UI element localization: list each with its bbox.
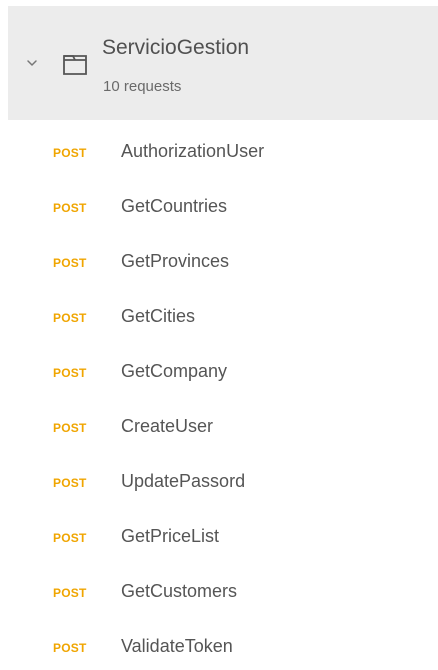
collection-request-count: 10 requests (103, 78, 182, 95)
chevron-down-icon[interactable] (26, 57, 38, 69)
request-item-authorizationuser[interactable]: POST AuthorizationUser (0, 126, 438, 181)
request-name: GetCompany (121, 361, 228, 381)
request-item-getprovinces[interactable]: POST GetProvinces (0, 236, 438, 291)
request-list: POST AuthorizationUser POST GetCountries… (0, 126, 438, 670)
request-name: ValidateToken (121, 636, 233, 656)
http-method-badge: POST (53, 586, 87, 600)
request-item-getpricelist[interactable]: POST GetPriceList (0, 511, 438, 566)
collection-header[interactable]: ServicioGestion 10 requests (8, 6, 438, 120)
request-item-createuser[interactable]: POST CreateUser (0, 401, 438, 456)
request-name: UpdatePassord (121, 471, 246, 491)
request-name: GetProvinces (121, 251, 230, 271)
http-method-badge: POST (53, 146, 87, 160)
request-item-getcities[interactable]: POST GetCities (0, 291, 438, 346)
request-name: GetCountries (121, 196, 228, 216)
folder-icon (63, 55, 87, 75)
request-name: GetCities (121, 306, 196, 326)
request-name: GetCustomers (121, 581, 238, 601)
http-method-badge: POST (53, 531, 87, 545)
http-method-badge: POST (53, 256, 87, 270)
request-name: AuthorizationUser (121, 141, 265, 161)
request-item-getcustomers[interactable]: POST GetCustomers (0, 566, 438, 621)
collection-name: ServicioGestion (102, 36, 250, 59)
http-method-badge: POST (53, 421, 87, 435)
http-method-badge: POST (53, 641, 87, 655)
request-item-updatepassord[interactable]: POST UpdatePassord (0, 456, 438, 511)
http-method-badge: POST (53, 476, 87, 490)
http-method-badge: POST (53, 366, 87, 380)
request-name: GetPriceList (121, 526, 220, 546)
http-method-badge: POST (53, 201, 87, 215)
request-item-validatetoken[interactable]: POST ValidateToken (0, 621, 438, 670)
http-method-badge: POST (53, 311, 87, 325)
collection-sidebar: ServicioGestion 10 requests POST Authori… (0, 0, 438, 670)
request-item-getcountries[interactable]: POST GetCountries (0, 181, 438, 236)
request-item-getcompany[interactable]: POST GetCompany (0, 346, 438, 401)
request-name: CreateUser (121, 416, 214, 436)
